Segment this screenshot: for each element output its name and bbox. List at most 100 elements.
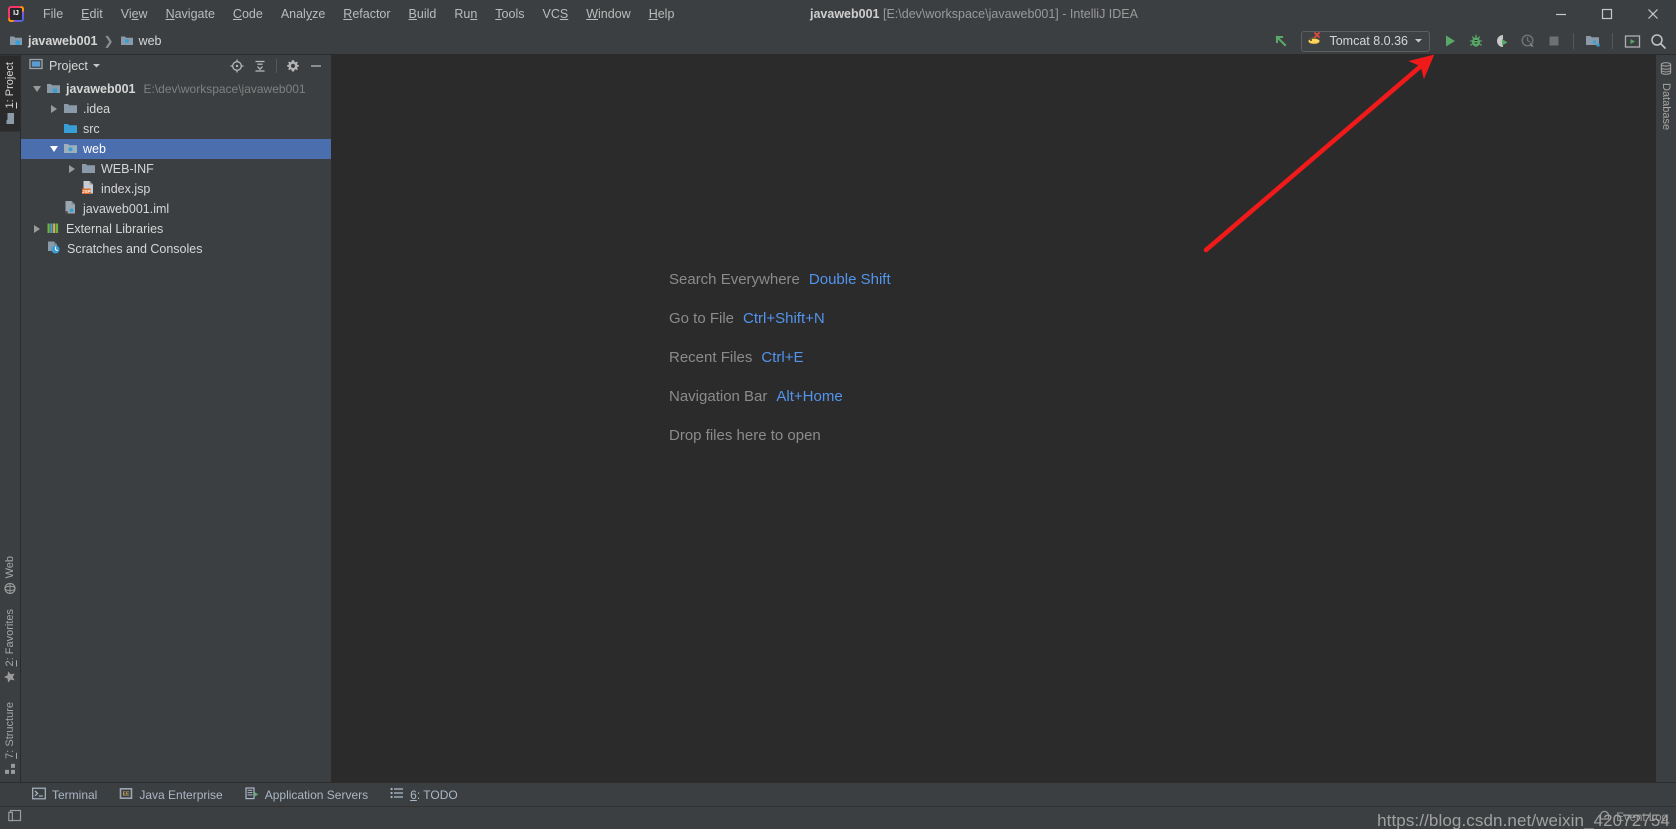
run-with-coverage-button[interactable]: [1490, 30, 1514, 52]
hint-key-3: Alt+Home: [776, 388, 843, 405]
menu-run-mnemonic: n: [470, 7, 478, 21]
expand-toggle[interactable]: [28, 86, 46, 92]
sidebar-structure-mnemonic: 7: [4, 752, 16, 759]
profile-button[interactable]: [1516, 30, 1540, 52]
source-folder-icon: [63, 121, 78, 138]
project-structure-button[interactable]: [1581, 30, 1605, 52]
window-title: javaweb001 [E:\dev\workspace\javaweb001]…: [810, 7, 1138, 21]
toolbar-separator-1: [1573, 33, 1574, 49]
tree-label-src: src: [83, 122, 100, 136]
window-title-project: javaweb001: [810, 7, 880, 21]
structure-icon: [4, 763, 16, 775]
sidebar-item-structure[interactable]: 7: Structure: [0, 690, 20, 782]
tree-row-iml[interactable]: javaweb001.iml: [21, 199, 331, 219]
menu-tools[interactable]: Tools: [486, 3, 533, 25]
bottom-item-todo[interactable]: 6: TODO: [382, 785, 472, 804]
sidebar-label-project: 1: Project: [4, 62, 16, 108]
tomcat-icon: [1307, 31, 1323, 51]
collapse-all-icon[interactable]: [249, 56, 271, 76]
tree-row-web[interactable]: web: [21, 139, 331, 159]
hint-action-1: Go to File: [669, 310, 735, 327]
breadcrumb-label-web: web: [138, 34, 162, 48]
tree-row-index-jsp[interactable]: JSP index.jsp: [21, 179, 331, 199]
menu-help[interactable]: Help: [640, 3, 684, 25]
menu-build-mnemonic: B: [408, 7, 417, 21]
breadcrumb-item-javaweb001[interactable]: javaweb001: [9, 33, 98, 50]
main-toolbar: Tomcat 8.0.36: [1269, 30, 1676, 52]
main-body: 1: Project Web 2: Favorites 7: Structure…: [0, 55, 1676, 782]
menu-code-post: ode: [241, 7, 263, 21]
tree-row-javaweb001[interactable]: javaweb001 E:\dev\workspace\javaweb001: [21, 79, 331, 99]
bottom-label-java-enterprise: Java Enterprise: [139, 787, 223, 802]
sidebar-item-web[interactable]: Web: [0, 549, 20, 601]
tree-row-scratches[interactable]: Scratches and Consoles: [21, 239, 331, 259]
menu-build[interactable]: Build: [400, 3, 446, 25]
bottom-todo-post: : TODO: [416, 787, 458, 802]
menu-analyze[interactable]: Analyze: [272, 3, 334, 25]
breadcrumb-item-web[interactable]: web: [120, 33, 162, 50]
bottom-item-java-enterprise[interactable]: EE Java Enterprise: [111, 785, 236, 805]
sidebar-item-project[interactable]: 1: Project: [0, 55, 20, 132]
hint-key-2: Ctrl+E: [761, 349, 804, 366]
tree-label-web-inf: WEB-INF: [101, 162, 154, 176]
menu-view-post: w: [138, 7, 148, 21]
locate-icon[interactable]: [226, 56, 248, 76]
chevron-down-icon[interactable]: [1414, 32, 1423, 50]
menu-tools-post: ools: [501, 7, 525, 21]
menu-run-pre: Ru: [454, 7, 471, 21]
expand-toggle[interactable]: [28, 225, 46, 233]
menu-window[interactable]: Window: [577, 3, 639, 25]
sidebar-item-database[interactable]: Database: [1657, 55, 1675, 137]
expand-toggle[interactable]: [63, 165, 81, 173]
expand-toggle[interactable]: [45, 146, 63, 152]
hint-action-4: Drop files here to open: [669, 427, 821, 444]
sidebar-label-database: Database: [1660, 83, 1672, 131]
left-tool-strip: 1: Project Web 2: Favorites 7: Structure: [0, 55, 21, 782]
toggle-tool-window-bars-icon[interactable]: [8, 808, 23, 828]
tree-row-web-inf[interactable]: WEB-INF: [21, 159, 331, 179]
search-everywhere-button[interactable]: [1646, 30, 1670, 52]
menu-run[interactable]: Run: [445, 3, 486, 25]
java-enterprise-icon: EE: [119, 787, 133, 803]
chevron-down-icon[interactable]: [92, 57, 101, 75]
menu-window-post: indow: [598, 7, 631, 21]
close-button[interactable]: [1630, 0, 1676, 28]
hint-go-to-file: Go to File Ctrl+Shift+N: [669, 310, 891, 327]
update-project-button[interactable]: [1269, 30, 1293, 52]
web-folder-icon: [120, 33, 134, 50]
menu-code[interactable]: Code: [224, 3, 272, 25]
sidebar-item-favorites[interactable]: 2: Favorites: [0, 602, 20, 690]
right-tool-strip: Database: [1655, 55, 1676, 782]
expand-toggle[interactable]: [45, 105, 63, 113]
tree-row-external-libraries[interactable]: External Libraries: [21, 219, 331, 239]
tree-row-src[interactable]: src: [21, 119, 331, 139]
preview-button[interactable]: [1620, 30, 1644, 52]
menu-refactor[interactable]: Refactor: [334, 3, 399, 25]
tree-row-idea[interactable]: .idea: [21, 99, 331, 119]
hint-action-3: Navigation Bar: [669, 388, 768, 405]
run-config-selector[interactable]: Tomcat 8.0.36: [1301, 30, 1430, 52]
menu-edit[interactable]: Edit: [72, 3, 112, 25]
sidebar-project-mnemonic: 1: [4, 102, 16, 109]
minimize-button[interactable]: [1538, 0, 1584, 28]
project-panel-actions: [226, 56, 327, 76]
gear-icon[interactable]: [282, 56, 304, 76]
bottom-label-terminal: Terminal: [52, 787, 98, 802]
bottom-item-application-servers[interactable]: Application Servers: [237, 785, 382, 805]
menu-view[interactable]: View: [112, 3, 157, 25]
bottom-item-terminal[interactable]: Terminal: [24, 785, 111, 805]
module-icon: [9, 33, 23, 50]
debug-button[interactable]: [1464, 30, 1488, 52]
window-controls: [1538, 0, 1676, 28]
menu-file[interactable]: File: [34, 3, 72, 25]
editor-area[interactable]: Search Everywhere Double Shift Go to File…: [332, 55, 1655, 782]
stop-button[interactable]: [1542, 30, 1566, 52]
minimize-icon[interactable]: [305, 56, 327, 76]
menu-navigate[interactable]: Navigate: [157, 3, 224, 25]
menu-build-post: uild: [416, 7, 437, 21]
menu-file-pre: F: [43, 7, 51, 21]
sidebar-label-favorites: 2: Favorites: [4, 609, 16, 666]
maximize-button[interactable]: [1584, 0, 1630, 28]
menu-vcs[interactable]: VCS: [533, 3, 577, 25]
run-button[interactable]: [1438, 30, 1462, 52]
